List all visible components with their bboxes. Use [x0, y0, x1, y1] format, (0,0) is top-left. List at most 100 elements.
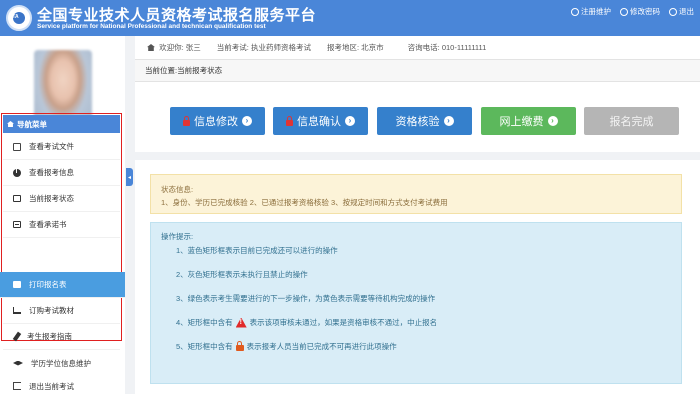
step-label: 信息确认	[297, 116, 341, 128]
main-content: 状态信息: 1、身份、学历已完成核验 2、已通过报考资格核验 3、按规定时间和方…	[135, 160, 700, 394]
exam-value: 执业药师资格考试	[250, 43, 311, 52]
sidebar-item-label: 打印报名表	[29, 280, 67, 289]
monitor-icon	[13, 195, 21, 202]
info-icon	[13, 168, 21, 177]
step-info-confirm-button[interactable]: 信息确认 ›	[273, 107, 368, 135]
tip-text: 4、矩形框中含有	[176, 318, 233, 327]
register-region: 报考地区: 北京市	[327, 42, 384, 53]
user-circle-icon	[571, 7, 579, 16]
breadcrumb-label: 当前位置:	[145, 66, 178, 75]
pencil-icon	[12, 331, 22, 342]
current-exam: 当前考试: 执业药师资格考试	[217, 42, 311, 53]
status-text: 1、身份、学历已完成核验 2、已通过报考资格核验 3、按规定时间和方式支付考试费…	[161, 198, 448, 207]
logout-link[interactable]: 退出	[669, 6, 694, 17]
arrow-right-icon: ›	[547, 116, 558, 126]
phone-value: 010-11111111	[441, 43, 487, 52]
document-icon	[13, 142, 21, 151]
graduation-cap-icon	[13, 360, 23, 366]
tip-text: 5、矩形框中含有	[176, 342, 233, 351]
status-info-alert: 状态信息: 1、身份、学历已完成核验 2、已通过报考资格核验 3、按规定时间和方…	[150, 174, 682, 214]
step-info-modify-button[interactable]: 信息修改 ›	[170, 107, 265, 135]
sidebar-item-order-books[interactable]: 订购考试教材	[3, 298, 120, 324]
lock-circle-icon	[620, 7, 628, 16]
tip-line-5: 5、矩形框中含有 表示报考人员当前已完成不可再进行此项操作	[176, 341, 397, 352]
lock-icon	[235, 341, 244, 351]
tip-line-4: 4、矩形框中含有 表示该项审核未通过，如果是资格审核不通过，中止报名	[176, 317, 437, 328]
step-label: 资格核验	[395, 116, 440, 128]
sidebar-item-label: 查看报考信息	[29, 168, 74, 177]
power-icon	[669, 7, 677, 16]
operation-tips-panel: 操作提示: 1、蓝色矩形框表示目前已完成还可以进行的操作 2、灰色矩形框表示未执…	[150, 222, 682, 384]
change-password-link[interactable]: 修改密码	[620, 6, 660, 17]
top-header: PTA 全国专业技术人员资格考试报名服务平台 Service platform …	[0, 0, 700, 36]
platform-subtitle: Service platform for National Profession…	[37, 23, 266, 30]
operations-title: 操作提示:	[161, 232, 194, 241]
arrow-right-icon: ›	[443, 116, 454, 126]
sidebar-item-label: 查看承诺书	[29, 220, 67, 229]
consult-phone: 咨询电话: 010-11111111	[408, 42, 487, 53]
header-links: 注册维护 修改密码 退出	[571, 6, 694, 17]
arrow-right-icon: ›	[242, 116, 252, 126]
logout-label: 退出	[679, 7, 694, 16]
tip-text: 表示该项审核未通过，如果是资格审核不通过，中止报名	[249, 318, 438, 327]
lock-icon	[286, 115, 293, 126]
step-online-payment-button[interactable]: 网上缴费 ›	[481, 107, 576, 135]
phone-label: 咨询电话:	[407, 43, 440, 52]
arrow-right-icon: ›	[345, 116, 355, 126]
sidebar-item-registration-info[interactable]: 查看报考信息	[3, 160, 120, 186]
exit-icon	[13, 382, 21, 390]
tip-text: 3、绿色表示考生需要进行的下一步操作，为黄色表示需要等待机构完成的操作	[176, 294, 436, 303]
tip-text: 表示报考人员当前已完成不可再进行此项操作	[246, 342, 397, 351]
exit-exam-label: 退出当前考试	[29, 381, 74, 391]
step-label: 报名完成	[609, 116, 654, 128]
region-value: 北京市	[361, 43, 384, 52]
breadcrumb-current: 当前报考状态	[177, 66, 223, 75]
nav-menu-title: 导航菜单	[17, 119, 47, 129]
tip-line-3: 3、绿色表示考生需要进行的下一步操作，为黄色表示需要等待机构完成的操作	[176, 293, 435, 304]
sidebar-item-label: 查看考试文件	[29, 142, 74, 151]
cart-icon	[13, 307, 21, 314]
welcome-text: 欢迎你: 张三	[147, 42, 201, 53]
exam-label: 当前考试:	[216, 43, 249, 52]
sidebar-item-current-status[interactable]: 当前报考状态	[3, 186, 120, 212]
nav-menu-header[interactable]: 导航菜单	[3, 115, 120, 133]
exit-exam-link[interactable]: 退出当前考试	[3, 377, 120, 394]
id-card-icon	[13, 221, 21, 228]
chevron-left-icon: ◂	[127, 174, 131, 181]
sidebar-item-label: 当前报考状态	[29, 194, 74, 203]
step-label: 信息修改	[194, 116, 238, 128]
sidebar-item-print-form[interactable]: 打印报名表	[0, 272, 125, 298]
user-info-bar: 欢迎你: 张三 当前考试: 执业药师资格考试 报考地区: 北京市 咨询电话: 0…	[135, 36, 700, 60]
tip-text: 2、灰色矩形框表示未执行且禁止的操作	[176, 270, 308, 279]
sidebar-item-guide[interactable]: 考生报考指南	[3, 324, 120, 350]
region-label: 报考地区:	[326, 43, 360, 52]
platform-title: 全国专业技术人员资格考试报名服务平台	[37, 7, 317, 24]
progress-steps: 信息修改 › 信息确认 › 资格核验 › 网上缴费 › 报名完成	[135, 82, 700, 152]
step-label: 网上缴费	[499, 116, 544, 128]
sidebar-item-label: 学历学位信息维护	[31, 358, 91, 368]
sidebar-collapse-toggle[interactable]: ◂	[126, 168, 133, 186]
tip-line-1: 1、蓝色矩形框表示目前已完成还可以进行的操作	[176, 245, 338, 256]
home-icon	[147, 44, 155, 51]
printer-icon	[13, 281, 21, 288]
sidebar-item-commitment[interactable]: 查看承诺书	[3, 212, 120, 238]
change-password-label: 修改密码	[630, 7, 660, 16]
welcome-label: 欢迎你:	[159, 43, 184, 52]
status-title: 状态信息:	[161, 185, 194, 194]
register-maintain-label: 注册维护	[581, 7, 611, 16]
step-qualification-check-button[interactable]: 资格核验 ›	[377, 107, 472, 135]
sidebar-item-education-info[interactable]: 学历学位信息维护	[3, 350, 120, 376]
logo-text: PTA	[9, 14, 19, 20]
user-name: 张三	[185, 43, 201, 52]
home-icon	[7, 121, 14, 127]
sidebar-item-label: 订购考试教材	[29, 306, 74, 315]
sidebar-item-label: 考生报考指南	[27, 332, 72, 341]
tip-text: 1、蓝色矩形框表示目前已完成还可以进行的操作	[176, 246, 338, 255]
lock-icon	[183, 115, 190, 126]
warning-icon	[235, 317, 247, 328]
breadcrumb: 当前位置: 当前报考状态	[135, 60, 700, 82]
tip-line-2: 2、灰色矩形框表示未执行且禁止的操作	[176, 269, 308, 280]
step-registration-complete-button: 报名完成	[584, 107, 679, 135]
register-maintain-link[interactable]: 注册维护	[571, 6, 611, 17]
sidebar-item-exam-files[interactable]: 查看考试文件	[3, 134, 120, 160]
